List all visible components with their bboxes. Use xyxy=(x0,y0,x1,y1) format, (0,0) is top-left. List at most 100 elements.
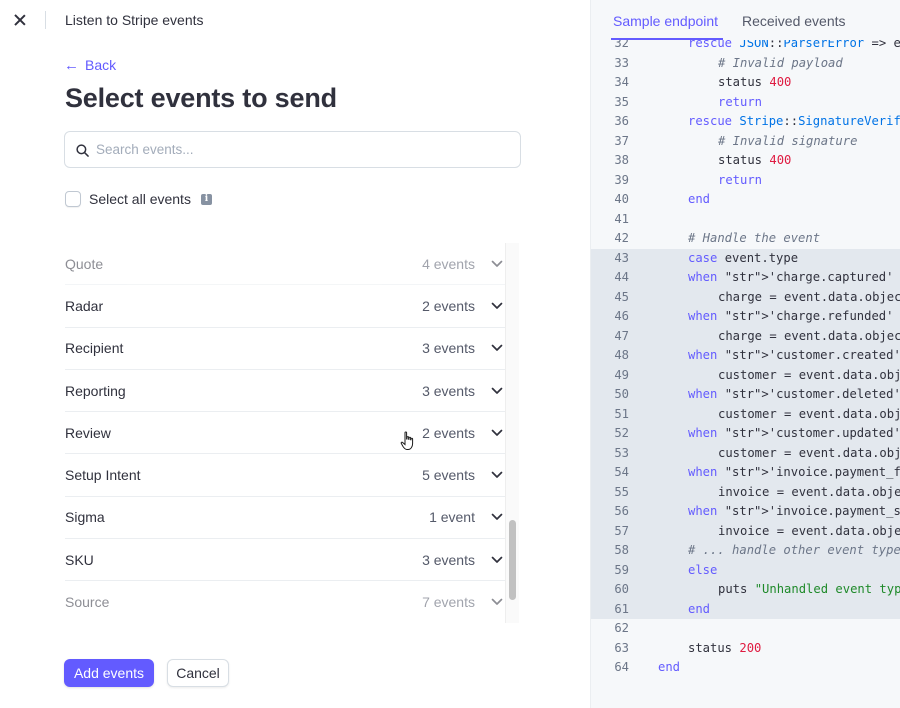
code-text: # Invalid signature xyxy=(718,133,858,148)
line-number: 35 xyxy=(614,94,629,109)
event-count: 7 events xyxy=(422,594,475,611)
code-line: 49 customer = event.data.object xyxy=(591,365,900,385)
code-text: # ... handle other event types xyxy=(688,543,900,557)
code-text: charge = event.data.object xyxy=(718,289,900,304)
line-number: 37 xyxy=(614,133,629,148)
select-all-row: Select all events i xyxy=(65,191,212,207)
code-line: 52 when "str">'customer.updated' xyxy=(591,424,900,444)
code-line: 35 return xyxy=(591,93,900,113)
code-line: 36 rescue Stripe::SignatureVerificationEr… xyxy=(591,112,900,132)
back-link[interactable]: ← Back xyxy=(64,57,116,73)
chevron-down-icon[interactable] xyxy=(491,429,503,437)
event-count: 2 events xyxy=(422,424,475,441)
arrow-left-icon: ← xyxy=(64,56,79,74)
event-category-row[interactable]: Radar 2 events xyxy=(65,285,505,328)
event-category-name: Quote xyxy=(65,255,104,272)
line-number: 46 xyxy=(614,309,629,323)
code-text: charge = event.data.object xyxy=(718,328,900,343)
tab-received-events[interactable]: Received events xyxy=(742,13,846,29)
code-panel: 32 rescue JSON::ParserError => e 33 # Inval… xyxy=(590,0,900,708)
chevron-down-icon[interactable] xyxy=(491,556,503,564)
code-text: status 400 xyxy=(718,153,792,167)
code-text: # Invalid payload xyxy=(718,55,843,70)
pointer-cursor-icon xyxy=(400,431,414,450)
line-number: 63 xyxy=(614,640,629,655)
select-all-label: Select all events xyxy=(89,191,191,207)
code-line: 64 end xyxy=(591,658,900,678)
event-count: 5 events xyxy=(422,467,475,484)
code-line: 59 else xyxy=(591,560,900,580)
search-icon xyxy=(76,144,89,157)
event-category-row[interactable]: Quote 4 events xyxy=(65,243,505,286)
event-category-name: SKU xyxy=(65,551,94,568)
code-text: case event.type xyxy=(688,250,799,265)
code-line: 53 customer = event.data.object xyxy=(591,443,900,463)
event-category-row[interactable]: SKU 3 events xyxy=(65,539,505,582)
add-events-button[interactable]: Add events xyxy=(64,659,154,687)
line-number: 44 xyxy=(614,270,629,284)
search-box[interactable] xyxy=(64,131,521,168)
line-number: 40 xyxy=(614,192,629,206)
tab-bar: Sample endpoint Received events xyxy=(591,0,900,40)
code-line: 61 end xyxy=(591,599,900,619)
chevron-down-icon[interactable] xyxy=(491,302,503,310)
page-title: Select events to send xyxy=(65,83,337,113)
search-input[interactable] xyxy=(96,132,506,167)
event-category-name: Reporting xyxy=(65,382,126,399)
chevron-down-icon[interactable] xyxy=(491,260,503,268)
line-number: 43 xyxy=(614,250,629,265)
line-number: 33 xyxy=(614,55,629,70)
line-number: 42 xyxy=(614,231,629,245)
event-count: 3 events xyxy=(422,382,475,399)
code-line: 54 when "str">'invoice.payment_failed' xyxy=(591,463,900,483)
chevron-down-icon[interactable] xyxy=(491,513,503,521)
line-number: 57 xyxy=(614,523,629,538)
code-line: 42 # Handle the event xyxy=(591,229,900,249)
line-number: 45 xyxy=(614,289,629,304)
line-number: 56 xyxy=(614,504,629,518)
code-text: customer = event.data.object xyxy=(718,445,900,460)
code-line: 57 invoice = event.data.object xyxy=(591,521,900,541)
code-line: 60 puts "Unhandled event type: #{event.ty… xyxy=(591,580,900,600)
chevron-down-icon[interactable] xyxy=(491,344,503,352)
line-number: 47 xyxy=(614,328,629,343)
code-line: 58 # ... handle other event types xyxy=(591,541,900,561)
event-category-row[interactable]: Setup Intent 5 events xyxy=(65,454,505,497)
chevron-down-icon[interactable] xyxy=(491,598,503,606)
cancel-button[interactable]: Cancel xyxy=(167,659,229,687)
info-icon[interactable]: i xyxy=(200,193,212,205)
event-category-row[interactable]: Review 2 events xyxy=(65,412,505,455)
line-number: 34 xyxy=(614,75,629,89)
event-category-name: Review xyxy=(65,424,111,441)
line-number: 59 xyxy=(614,562,629,577)
code-line: 50 when "str">'customer.deleted' xyxy=(591,385,900,405)
event-count: 2 events xyxy=(422,297,475,314)
code-text: status 200 xyxy=(688,640,762,655)
code-line: 51 customer = event.data.object xyxy=(591,404,900,424)
event-category-row[interactable]: Sigma 1 event xyxy=(65,497,505,540)
tab-sample-endpoint[interactable]: Sample endpoint xyxy=(613,13,718,29)
line-number: 36 xyxy=(614,114,629,128)
line-number: 60 xyxy=(614,582,629,596)
close-icon[interactable] xyxy=(11,11,29,29)
chevron-down-icon[interactable] xyxy=(491,387,503,395)
select-all-checkbox[interactable] xyxy=(65,191,81,207)
code-text: customer = event.data.object xyxy=(718,406,900,421)
event-selection-panel: Listen to Stripe events ← Back Select ev… xyxy=(0,0,590,708)
event-category-name: Recipient xyxy=(65,340,124,357)
line-number: 61 xyxy=(614,601,629,616)
code-line: 39 return xyxy=(591,171,900,191)
line-number: 38 xyxy=(614,153,629,167)
code-text: when "str">'invoice.payment_succeeded' xyxy=(688,504,900,518)
event-category-row[interactable]: Recipient 3 events xyxy=(65,328,505,370)
event-category-row[interactable]: Reporting 3 events xyxy=(65,370,505,413)
event-category-name: Sigma xyxy=(65,509,105,526)
line-number: 41 xyxy=(614,211,629,226)
chevron-down-icon[interactable] xyxy=(491,471,503,479)
scrollbar-thumb[interactable] xyxy=(509,520,516,600)
code-line: 62 xyxy=(591,619,900,639)
event-category-row[interactable]: Source 7 events xyxy=(65,581,505,623)
code-text: invoice = event.data.object xyxy=(718,484,900,499)
event-count: 1 event xyxy=(429,509,475,526)
code-line: 55 invoice = event.data.object xyxy=(591,482,900,502)
